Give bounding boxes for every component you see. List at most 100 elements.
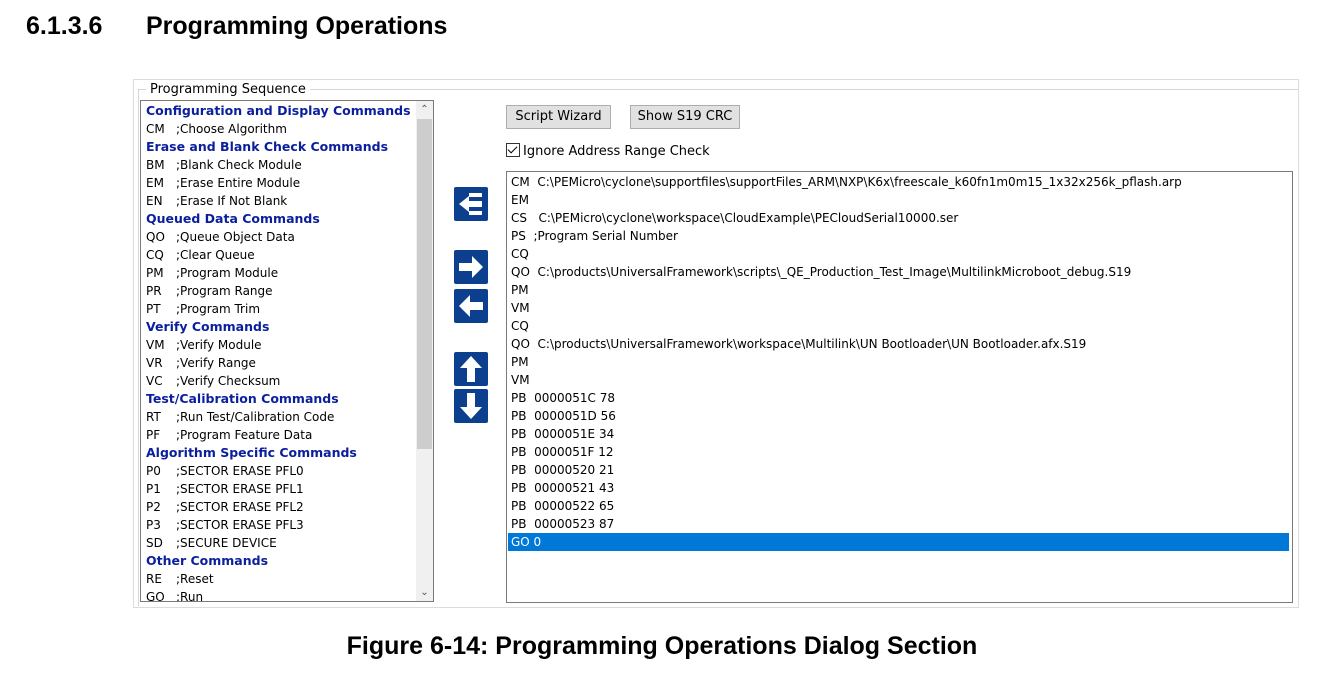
command-description: ;Program Feature Data: [176, 428, 313, 442]
command-item[interactable]: SD ;SECURE DEVICE: [146, 534, 277, 552]
command-item[interactable]: RT ;Run Test/Calibration Code: [146, 408, 334, 426]
add-command-button[interactable]: [454, 250, 488, 284]
command-item[interactable]: VM ;Verify Module: [146, 336, 262, 354]
command-code: RE: [146, 572, 162, 586]
command-category[interactable]: Other Commands: [146, 552, 268, 570]
command-item[interactable]: PF ;Program Feature Data: [146, 426, 312, 444]
command-code: PR: [146, 284, 162, 298]
group-label: Programming Sequence: [146, 82, 310, 97]
command-category[interactable]: Algorithm Specific Commands: [146, 444, 357, 462]
command-item[interactable]: VR ;Verify Range: [146, 354, 256, 372]
arrow-up-icon: [460, 356, 482, 382]
command-code: PT: [146, 302, 161, 316]
command-description: ;Blank Check Module: [176, 158, 302, 172]
ignore-address-range-checkbox[interactable]: Ignore Address Range Check: [506, 143, 710, 161]
command-item[interactable]: BM ;Blank Check Module: [146, 156, 302, 174]
command-description: ;Program Range: [176, 284, 273, 298]
command-item[interactable]: CQ ;Clear Queue: [146, 246, 255, 264]
script-line[interactable]: PB 0000051D 56: [508, 407, 1289, 425]
command-list-scrollbar[interactable]: ⌃ ⌄: [416, 101, 433, 601]
script-line[interactable]: VM: [508, 299, 1289, 317]
script-line[interactable]: CM C:\PEMicro\cyclone\supportfiles\suppo…: [508, 173, 1289, 191]
command-item[interactable]: CM ;Choose Algorithm: [146, 120, 287, 138]
remove-command-button[interactable]: [454, 289, 488, 323]
command-description: ;Choose Algorithm: [176, 122, 287, 136]
script-line[interactable]: PB 00000523 87: [508, 515, 1289, 533]
scrollbar-thumb[interactable]: [417, 119, 432, 449]
script-line[interactable]: CS C:\PEMicro\cyclone\workspace\CloudExa…: [508, 209, 1289, 227]
show-s19-crc-button[interactable]: Show S19 CRC: [630, 105, 740, 129]
script-line[interactable]: PB 0000051C 78: [508, 389, 1289, 407]
script-wizard-button[interactable]: Script Wizard: [506, 105, 611, 129]
command-item[interactable]: EM ;Erase Entire Module: [146, 174, 300, 192]
script-line[interactable]: PB 00000522 65: [508, 497, 1289, 515]
command-code: PM: [146, 266, 164, 280]
command-description: ;Clear Queue: [176, 248, 255, 262]
command-item[interactable]: EN ;Erase If Not Blank: [146, 192, 287, 210]
command-description: ;SECTOR ERASE PFL3: [176, 518, 304, 532]
arrow-left-icon: [459, 295, 483, 317]
move-down-button[interactable]: [454, 389, 488, 423]
command-description: ;SECTOR ERASE PFL1: [176, 482, 304, 496]
script-line[interactable]: QO C:\products\UniversalFramework\script…: [508, 263, 1289, 281]
script-line[interactable]: CQ: [508, 317, 1289, 335]
script-line[interactable]: PB 00000521 43: [508, 479, 1289, 497]
section-heading: 6.1.3.6 Programming Operations: [26, 12, 447, 41]
script-line[interactable]: PB 0000051E 34: [508, 425, 1289, 443]
command-item[interactable]: GO ;Run: [146, 588, 204, 602]
script-line[interactable]: PB 0000051F 12: [508, 443, 1289, 461]
section-title: Programming Operations: [146, 12, 448, 40]
command-item[interactable]: PM ;Program Module: [146, 264, 278, 282]
script-line[interactable]: PM: [508, 281, 1289, 299]
command-description: ;Verify Module: [176, 338, 262, 352]
checkbox-checked-icon[interactable]: [506, 143, 520, 157]
command-category[interactable]: Configuration and Display Commands: [146, 102, 411, 120]
script-line[interactable]: QO C:\products\UniversalFramework\worksp…: [508, 335, 1289, 353]
command-code: P1: [146, 482, 161, 496]
chevron-down-icon[interactable]: ⌄: [416, 584, 433, 601]
ignore-address-range-label: Ignore Address Range Check: [523, 144, 710, 159]
command-code: QO: [146, 230, 165, 244]
command-description: ;Run Test/Calibration Code: [176, 410, 335, 424]
command-description: ;Program Module: [176, 266, 279, 280]
command-item[interactable]: QO ;Queue Object Data: [146, 228, 295, 246]
script-line[interactable]: EM: [508, 191, 1289, 209]
command-item[interactable]: PT ;Program Trim: [146, 300, 260, 318]
script-line[interactable]: PS ;Program Serial Number: [508, 227, 1289, 245]
script-line[interactable]: VM: [508, 371, 1289, 389]
command-item[interactable]: PR ;Program Range: [146, 282, 273, 300]
command-description: ;Queue Object Data: [176, 230, 295, 244]
command-list[interactable]: GO ;Run RE ;Reset Other Commands SD ;SECURE DE…: [140, 100, 434, 602]
command-category[interactable]: Test/Calibration Commands: [146, 390, 339, 408]
script-line-selected[interactable]: GO 0: [508, 533, 1289, 551]
command-item[interactable]: VC ;Verify Checksum: [146, 372, 280, 390]
script-line[interactable]: CQ: [508, 245, 1289, 263]
script-listbox[interactable]: CM C:\PEMicro\cyclone\supportfiles\suppo…: [506, 171, 1293, 603]
command-description: ;Reset: [176, 572, 214, 586]
command-item[interactable]: P0 ;SECTOR ERASE PFL0: [146, 462, 304, 480]
command-code: BM: [146, 158, 165, 172]
command-category[interactable]: Verify Commands: [146, 318, 269, 336]
script-line[interactable]: PM: [508, 353, 1289, 371]
script-line[interactable]: PB 00000520 21: [508, 461, 1289, 479]
command-item[interactable]: P3 ;SECTOR ERASE PFL3: [146, 516, 304, 534]
command-code: RT: [146, 410, 161, 424]
command-category[interactable]: Erase and Blank Check Commands: [146, 138, 388, 156]
command-item[interactable]: P2 ;SECTOR ERASE PFL2: [146, 498, 304, 516]
command-item[interactable]: RE ;Reset: [146, 570, 214, 588]
chevron-up-icon[interactable]: ⌃: [416, 101, 433, 118]
command-code: PF: [146, 428, 161, 442]
insert-command-button[interactable]: [454, 187, 488, 221]
command-code: CM: [146, 122, 165, 136]
command-description: ;Erase Entire Module: [176, 176, 301, 190]
command-category[interactable]: Queued Data Commands: [146, 210, 320, 228]
command-code: P0: [146, 464, 161, 478]
arrow-right-icon: [459, 256, 483, 278]
command-description: ;SECURE DEVICE: [176, 536, 277, 550]
move-up-button[interactable]: [454, 352, 488, 386]
command-description: ;Verify Range: [176, 356, 256, 370]
command-description: ;Run: [176, 590, 204, 602]
command-code: P3: [146, 518, 161, 532]
command-code: VC: [146, 374, 163, 388]
command-item[interactable]: P1 ;SECTOR ERASE PFL1: [146, 480, 304, 498]
